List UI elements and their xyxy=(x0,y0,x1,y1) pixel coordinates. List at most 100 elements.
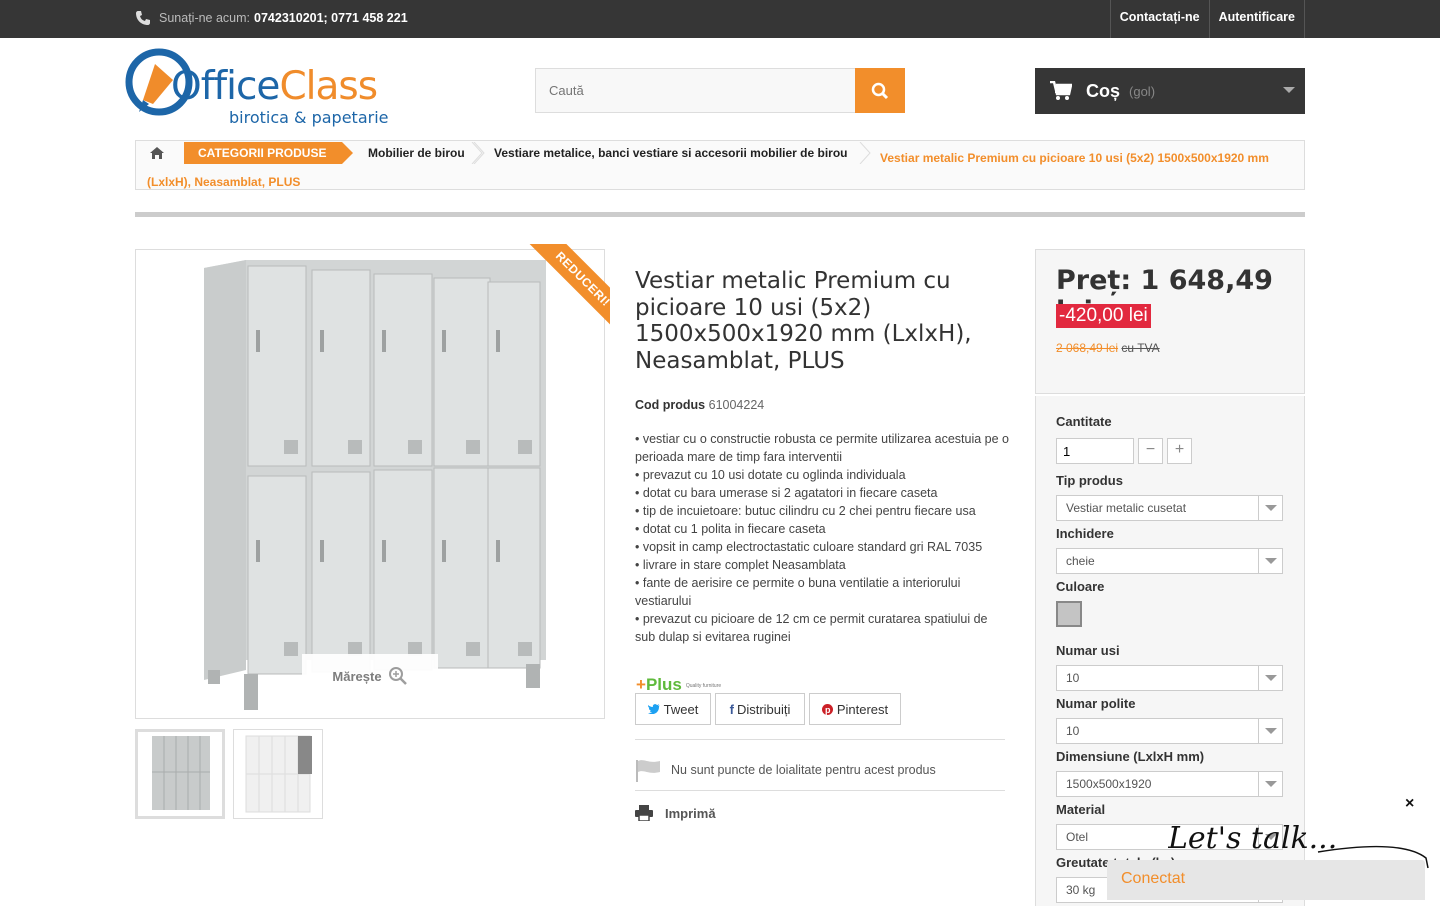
ribbon-label: REDUCERI! xyxy=(525,244,610,329)
old-price-value: 2 068,49 lei xyxy=(1056,341,1119,355)
product-title: Vestiar metalic Premium cu picioare 10 u… xyxy=(635,268,972,374)
thumbnail-2[interactable] xyxy=(233,729,323,819)
cart-button[interactable]: Coș (gol) xyxy=(1035,68,1305,114)
quantity-input[interactable] xyxy=(1056,438,1134,464)
thumbnail-1[interactable] xyxy=(135,729,225,819)
thumbnail-image xyxy=(152,736,210,810)
search-button[interactable] xyxy=(855,68,905,113)
chat-status: Conectat xyxy=(1121,870,1186,887)
description-line: • dotat cu bara umerase si 2 agatatori i… xyxy=(635,486,938,500)
dimensiune-value: 1500x500x1920 xyxy=(1066,777,1152,791)
cart-count: (gol) xyxy=(1129,83,1156,99)
polite-value: 10 xyxy=(1066,724,1080,738)
description-line: • vopsit in camp electroctastatic culoar… xyxy=(635,540,983,554)
brand-tagline: Quality furniture xyxy=(685,682,722,689)
loyalty-info: Nu sunt puncte de loialitate pentru aces… xyxy=(635,758,936,782)
product-code: Cod produs 61004224 xyxy=(635,398,764,412)
chevron-down-icon xyxy=(1283,87,1295,93)
description-line: • dotat cu 1 polita in fiecare caseta xyxy=(635,522,826,536)
brand-name: Plus xyxy=(645,675,682,694)
divider-line xyxy=(635,790,1005,791)
top-links: Contactați-ne Autentificare xyxy=(1109,0,1305,38)
logo-wordmark: OfficeClass xyxy=(171,64,378,109)
search-bar xyxy=(535,68,905,113)
phone-info: Sunați-ne acum: 0742310201; 0771 458 221 xyxy=(135,10,408,26)
chevron-down-icon xyxy=(1258,666,1282,690)
description-line: • fante de aerisire ce permite o buna ve… xyxy=(635,576,961,608)
breadcrumb: CATEGORII PRODUSE Mobilier de birou Vest… xyxy=(135,140,1305,190)
dimensiune-label: Dimensiune (LxlxH mm) xyxy=(1056,749,1205,764)
tip-label: Tip produs xyxy=(1056,473,1123,488)
tip-value: Vestiar metalic cusetat xyxy=(1066,501,1187,515)
dimensiune-select[interactable]: 1500x500x1920 xyxy=(1056,771,1283,797)
facebook-icon: f xyxy=(729,701,734,717)
description-line: • tip de incuietoare: butuc cilindru cu … xyxy=(635,504,976,518)
discount-badge: -420,00 lei xyxy=(1056,304,1151,328)
material-value: Otel xyxy=(1066,830,1089,844)
loyalty-text: Nu sunt puncte de loialitate pentru aces… xyxy=(671,763,936,777)
chevron-down-icon xyxy=(1258,719,1282,743)
zoom-button[interactable]: Mărește xyxy=(302,654,438,698)
facebook-share-button[interactable]: f Distribuiți xyxy=(715,693,805,725)
zoom-in-icon xyxy=(388,667,407,685)
inchidere-label: Inchidere xyxy=(1056,526,1114,541)
contact-link[interactable]: Contactați-ne xyxy=(1109,0,1209,38)
code-value: 61004224 xyxy=(708,398,765,412)
phone-icon xyxy=(136,11,150,25)
usi-label: Numar usi xyxy=(1056,643,1120,658)
polite-label: Numar polite xyxy=(1056,696,1136,711)
usi-select[interactable]: 10 xyxy=(1056,665,1283,691)
cart-icon xyxy=(1050,81,1072,100)
chat-bar[interactable]: Conectat xyxy=(1107,860,1425,900)
cart-label: Coș xyxy=(1086,80,1121,101)
description-line: • prevazut cu picioare de 12 cm ce permi… xyxy=(635,612,988,644)
pinterest-button[interactable]: p Pinterest xyxy=(809,693,901,725)
site-logo[interactable]: OfficeClass birotica & papetarie xyxy=(125,42,400,132)
breadcrumb-current: Vestiar metalic Premium cu picioare 10 u… xyxy=(147,151,1269,189)
print-label: Imprimă xyxy=(665,805,716,821)
svg-text:p: p xyxy=(825,705,831,715)
tweet-button[interactable]: Tweet xyxy=(635,693,711,725)
inchidere-value: cheie xyxy=(1066,554,1095,568)
usi-value: 10 xyxy=(1066,671,1080,685)
tip-select[interactable]: Vestiar metalic cusetat xyxy=(1056,495,1283,521)
login-link[interactable]: Autentificare xyxy=(1208,0,1305,38)
greutate-value: 30 kg xyxy=(1066,883,1096,897)
color-swatch[interactable] xyxy=(1056,601,1082,627)
printer-icon xyxy=(635,805,653,821)
call-label: Sunați-ne acum: xyxy=(159,11,251,25)
twitter-icon xyxy=(647,704,660,714)
quantity-label: Cantitate xyxy=(1056,414,1112,429)
increase-quantity-button[interactable]: + xyxy=(1167,438,1192,464)
logo-office-text: Office xyxy=(171,64,280,109)
logo-tagline: birotica & papetarie xyxy=(229,108,389,127)
old-price: 2 068,49 lei cu TVA xyxy=(1056,341,1160,355)
top-bar: Sunați-ne acum: 0742310201; 0771 458 221… xyxy=(0,0,1440,38)
decrease-quantity-button[interactable]: − xyxy=(1138,438,1163,464)
chevron-down-icon xyxy=(1258,496,1282,520)
pinterest-label: Pinterest xyxy=(836,701,889,717)
brand-logo: +Plus Quality furniture xyxy=(636,675,722,694)
search-input[interactable] xyxy=(535,68,855,113)
inchidere-select[interactable]: cheie xyxy=(1056,548,1283,574)
print-button[interactable]: Imprimă xyxy=(635,805,716,821)
code-label: Cod produs xyxy=(635,398,706,412)
pinterest-icon: p xyxy=(821,703,833,715)
share-label: Distribuiți xyxy=(736,701,791,717)
culoare-label: Culoare xyxy=(1056,579,1105,594)
phone-numbers[interactable]: 0742310201; 0771 458 221 xyxy=(254,11,408,25)
price-box: Preț: 1 648,49 lei -420,00 lei 2 068,49 … xyxy=(1035,249,1305,394)
chevron-down-icon xyxy=(1258,549,1282,573)
search-icon xyxy=(871,82,889,99)
flag-icon xyxy=(636,760,660,782)
chat-script-text: Let's talk... xyxy=(1168,821,1337,856)
tweet-label: Tweet xyxy=(663,701,699,717)
divider-line xyxy=(635,739,1005,740)
vat-label: cu TVA xyxy=(1121,341,1160,355)
description-line: • livrare in stare complet Neasamblata xyxy=(635,558,846,572)
zoom-label: Mărește xyxy=(332,668,382,684)
description-line: • vestiar cu o constructie robusta ce pe… xyxy=(635,432,1010,464)
polite-select[interactable]: 10 xyxy=(1056,718,1283,744)
product-description: • vestiar cu o constructie robusta ce pe… xyxy=(635,430,1010,646)
chevron-down-icon xyxy=(1258,772,1282,796)
